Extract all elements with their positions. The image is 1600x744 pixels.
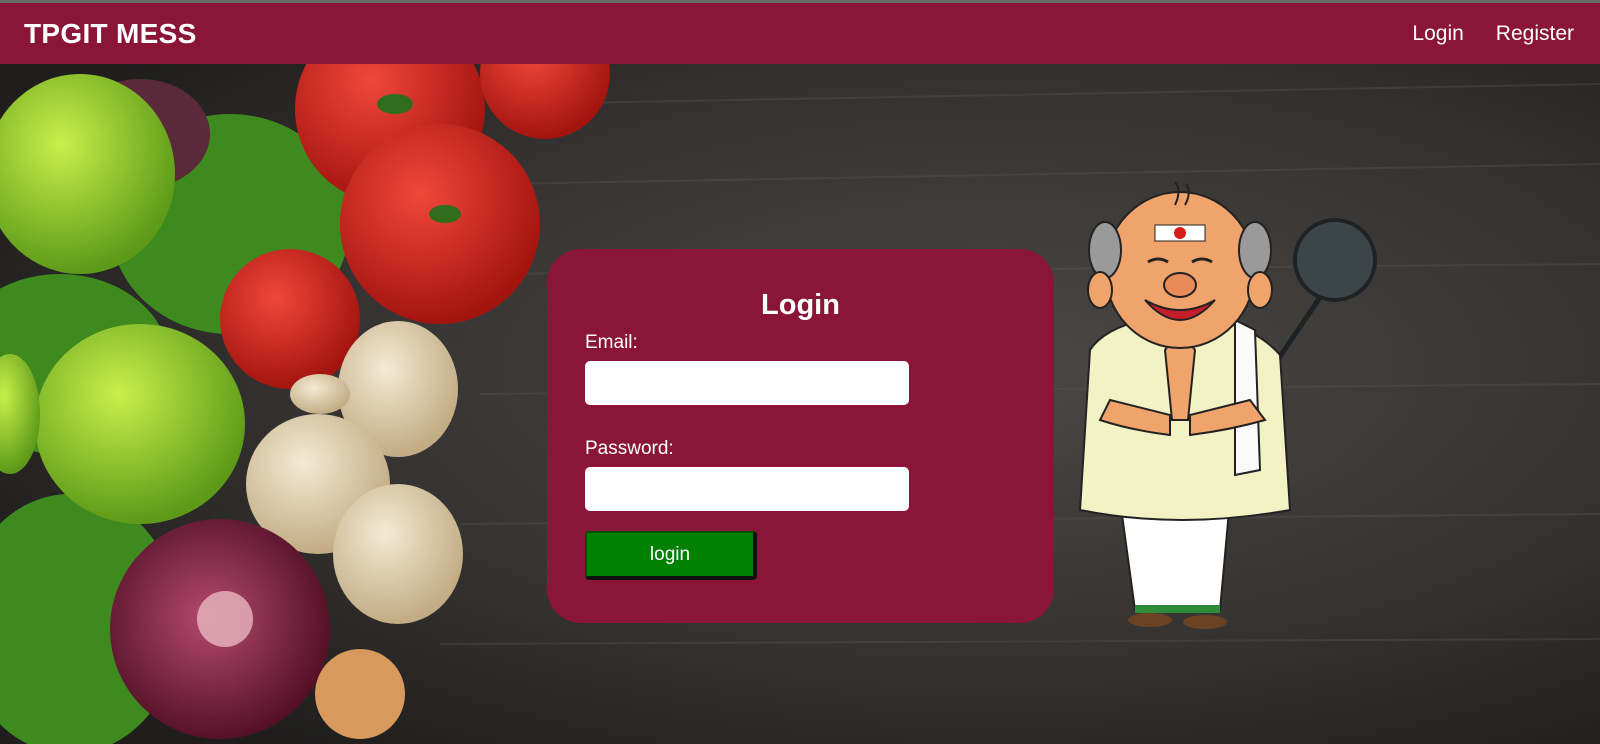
email-field[interactable] — [585, 361, 909, 405]
login-card: Login Email: Password: login — [547, 249, 1054, 623]
password-label: Password: — [585, 438, 674, 459]
password-field[interactable] — [585, 467, 909, 511]
chef-mascot-image — [1078, 181, 1377, 629]
login-submit-button[interactable]: login — [585, 531, 757, 580]
nav-links: Login Register — [1412, 22, 1574, 46]
nav-login-link[interactable]: Login — [1412, 22, 1463, 46]
login-title: Login — [761, 289, 840, 321]
brand-title[interactable]: TPGIT MESS — [24, 18, 197, 50]
navbar: TPGIT MESS Login Register — [0, 3, 1600, 64]
nav-register-link[interactable]: Register — [1496, 22, 1574, 46]
email-label: Email: — [585, 332, 638, 353]
